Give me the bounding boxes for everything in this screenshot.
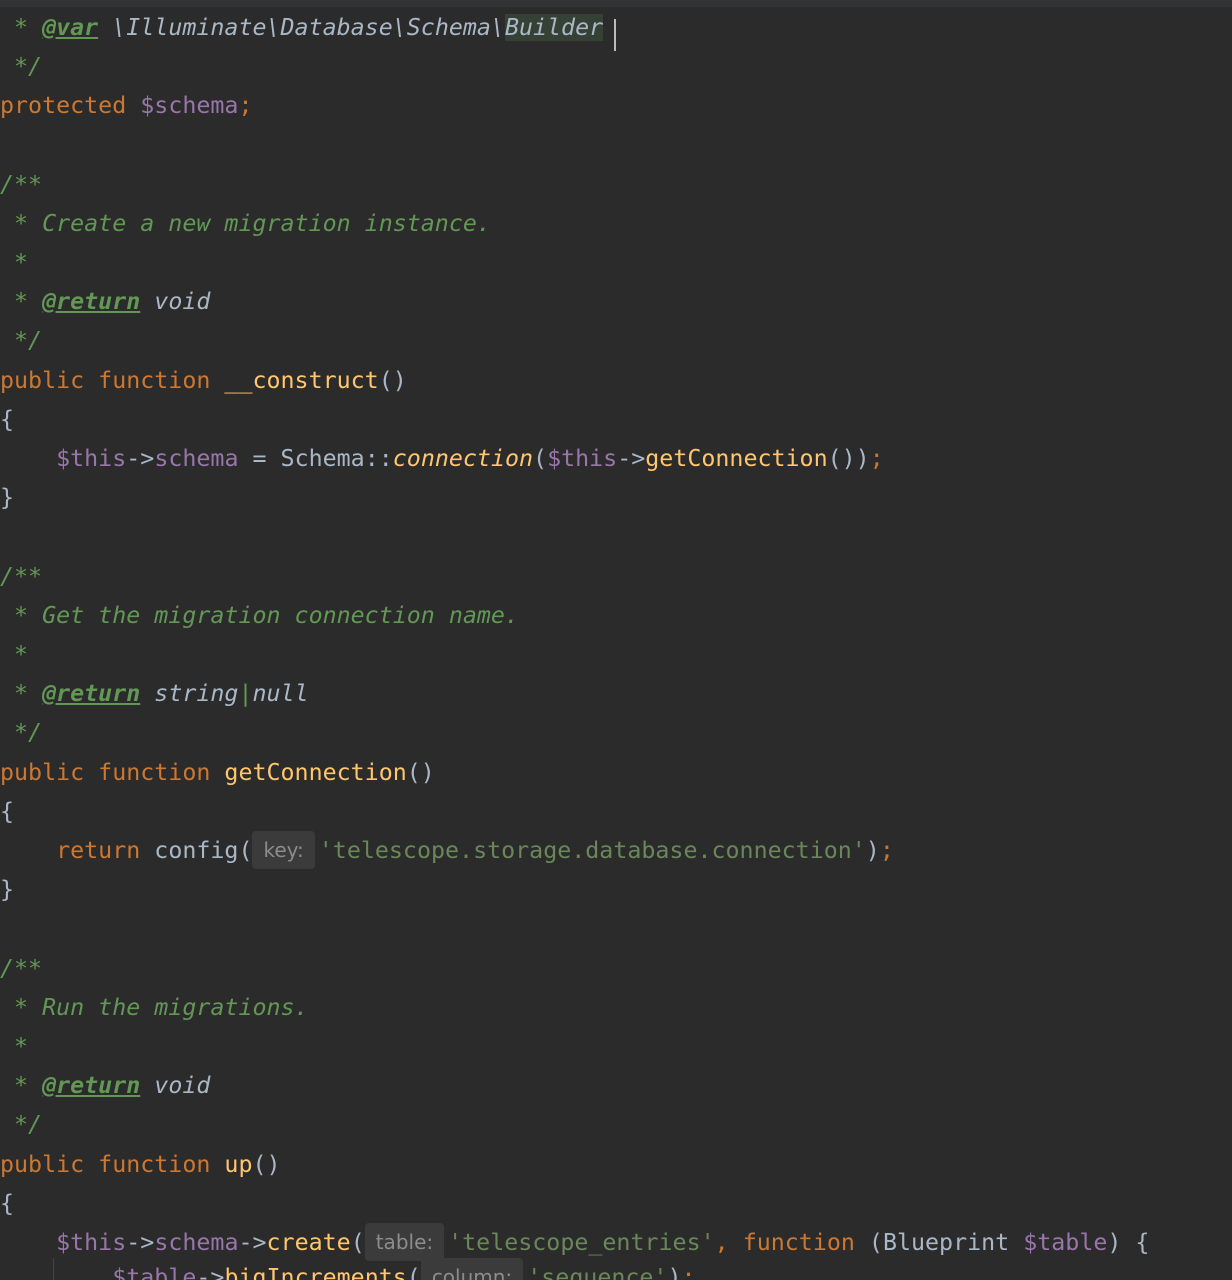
code-line: public function getConnection()	[0, 759, 435, 786]
code-line: public function __construct()	[0, 367, 407, 394]
code-line: /**	[0, 171, 43, 198]
code-line: * Get the migration connection name.	[0, 602, 519, 629]
code-line: * @var \Illuminate\Database\Schema\Build…	[0, 14, 604, 41]
parameter-hint: key:	[252, 831, 315, 869]
text-cursor	[614, 19, 616, 51]
highlighted-identifier: Builder	[504, 14, 604, 41]
indent-guide	[53, 1258, 54, 1280]
doc-tag: @return	[42, 288, 141, 315]
editor-top-border	[0, 0, 1232, 7]
code-line: *	[0, 1033, 29, 1060]
code-line: $table->bigIncrements(column:'sequence')…	[0, 1258, 696, 1280]
code-line: * @return void	[0, 1072, 211, 1099]
function-name: __construct	[224, 367, 379, 394]
code-line: {	[0, 798, 15, 825]
doc-tag: @var	[42, 14, 99, 41]
code-line: *	[0, 641, 29, 668]
code-line: protected $schema;	[0, 92, 253, 119]
code-line: /**	[0, 563, 43, 590]
clipped-line-container: $table->bigIncrements(column:'sequence')…	[0, 1257, 1232, 1280]
code-editor[interactable]: * @var \Illuminate\Database\Schema\Build…	[0, 8, 1232, 1280]
parameter-hint: table:	[364, 1223, 445, 1261]
code-line: *	[0, 249, 29, 276]
code-line: */	[0, 327, 43, 354]
function-name: getConnection	[224, 759, 407, 786]
function-name: up	[224, 1151, 253, 1178]
code-line: */	[0, 719, 43, 746]
code-line: return config(key:'telescope.storage.dat…	[0, 831, 894, 870]
code-line: }	[0, 484, 15, 511]
code-line: }	[0, 876, 15, 903]
code-line: */	[0, 1111, 43, 1138]
code-line: * Create a new migration instance.	[0, 210, 491, 237]
code-line: /**	[0, 955, 43, 982]
parameter-hint: column:	[420, 1258, 524, 1280]
code-line: * @return void	[0, 288, 211, 315]
code-line: */	[0, 53, 43, 80]
code-line: * Run the migrations.	[0, 994, 309, 1021]
code-line: * @return string|null	[0, 680, 309, 707]
code-line: $this->schema = Schema::connection($this…	[56, 445, 884, 472]
code-line: {	[0, 1190, 15, 1217]
doc-tag: @return	[42, 680, 141, 707]
doc-tag: @return	[42, 1072, 141, 1099]
doc-type: \Illuminate\Database\Schema\	[112, 14, 505, 41]
code-line: public function up()	[0, 1151, 281, 1178]
code-line: {	[0, 406, 15, 433]
